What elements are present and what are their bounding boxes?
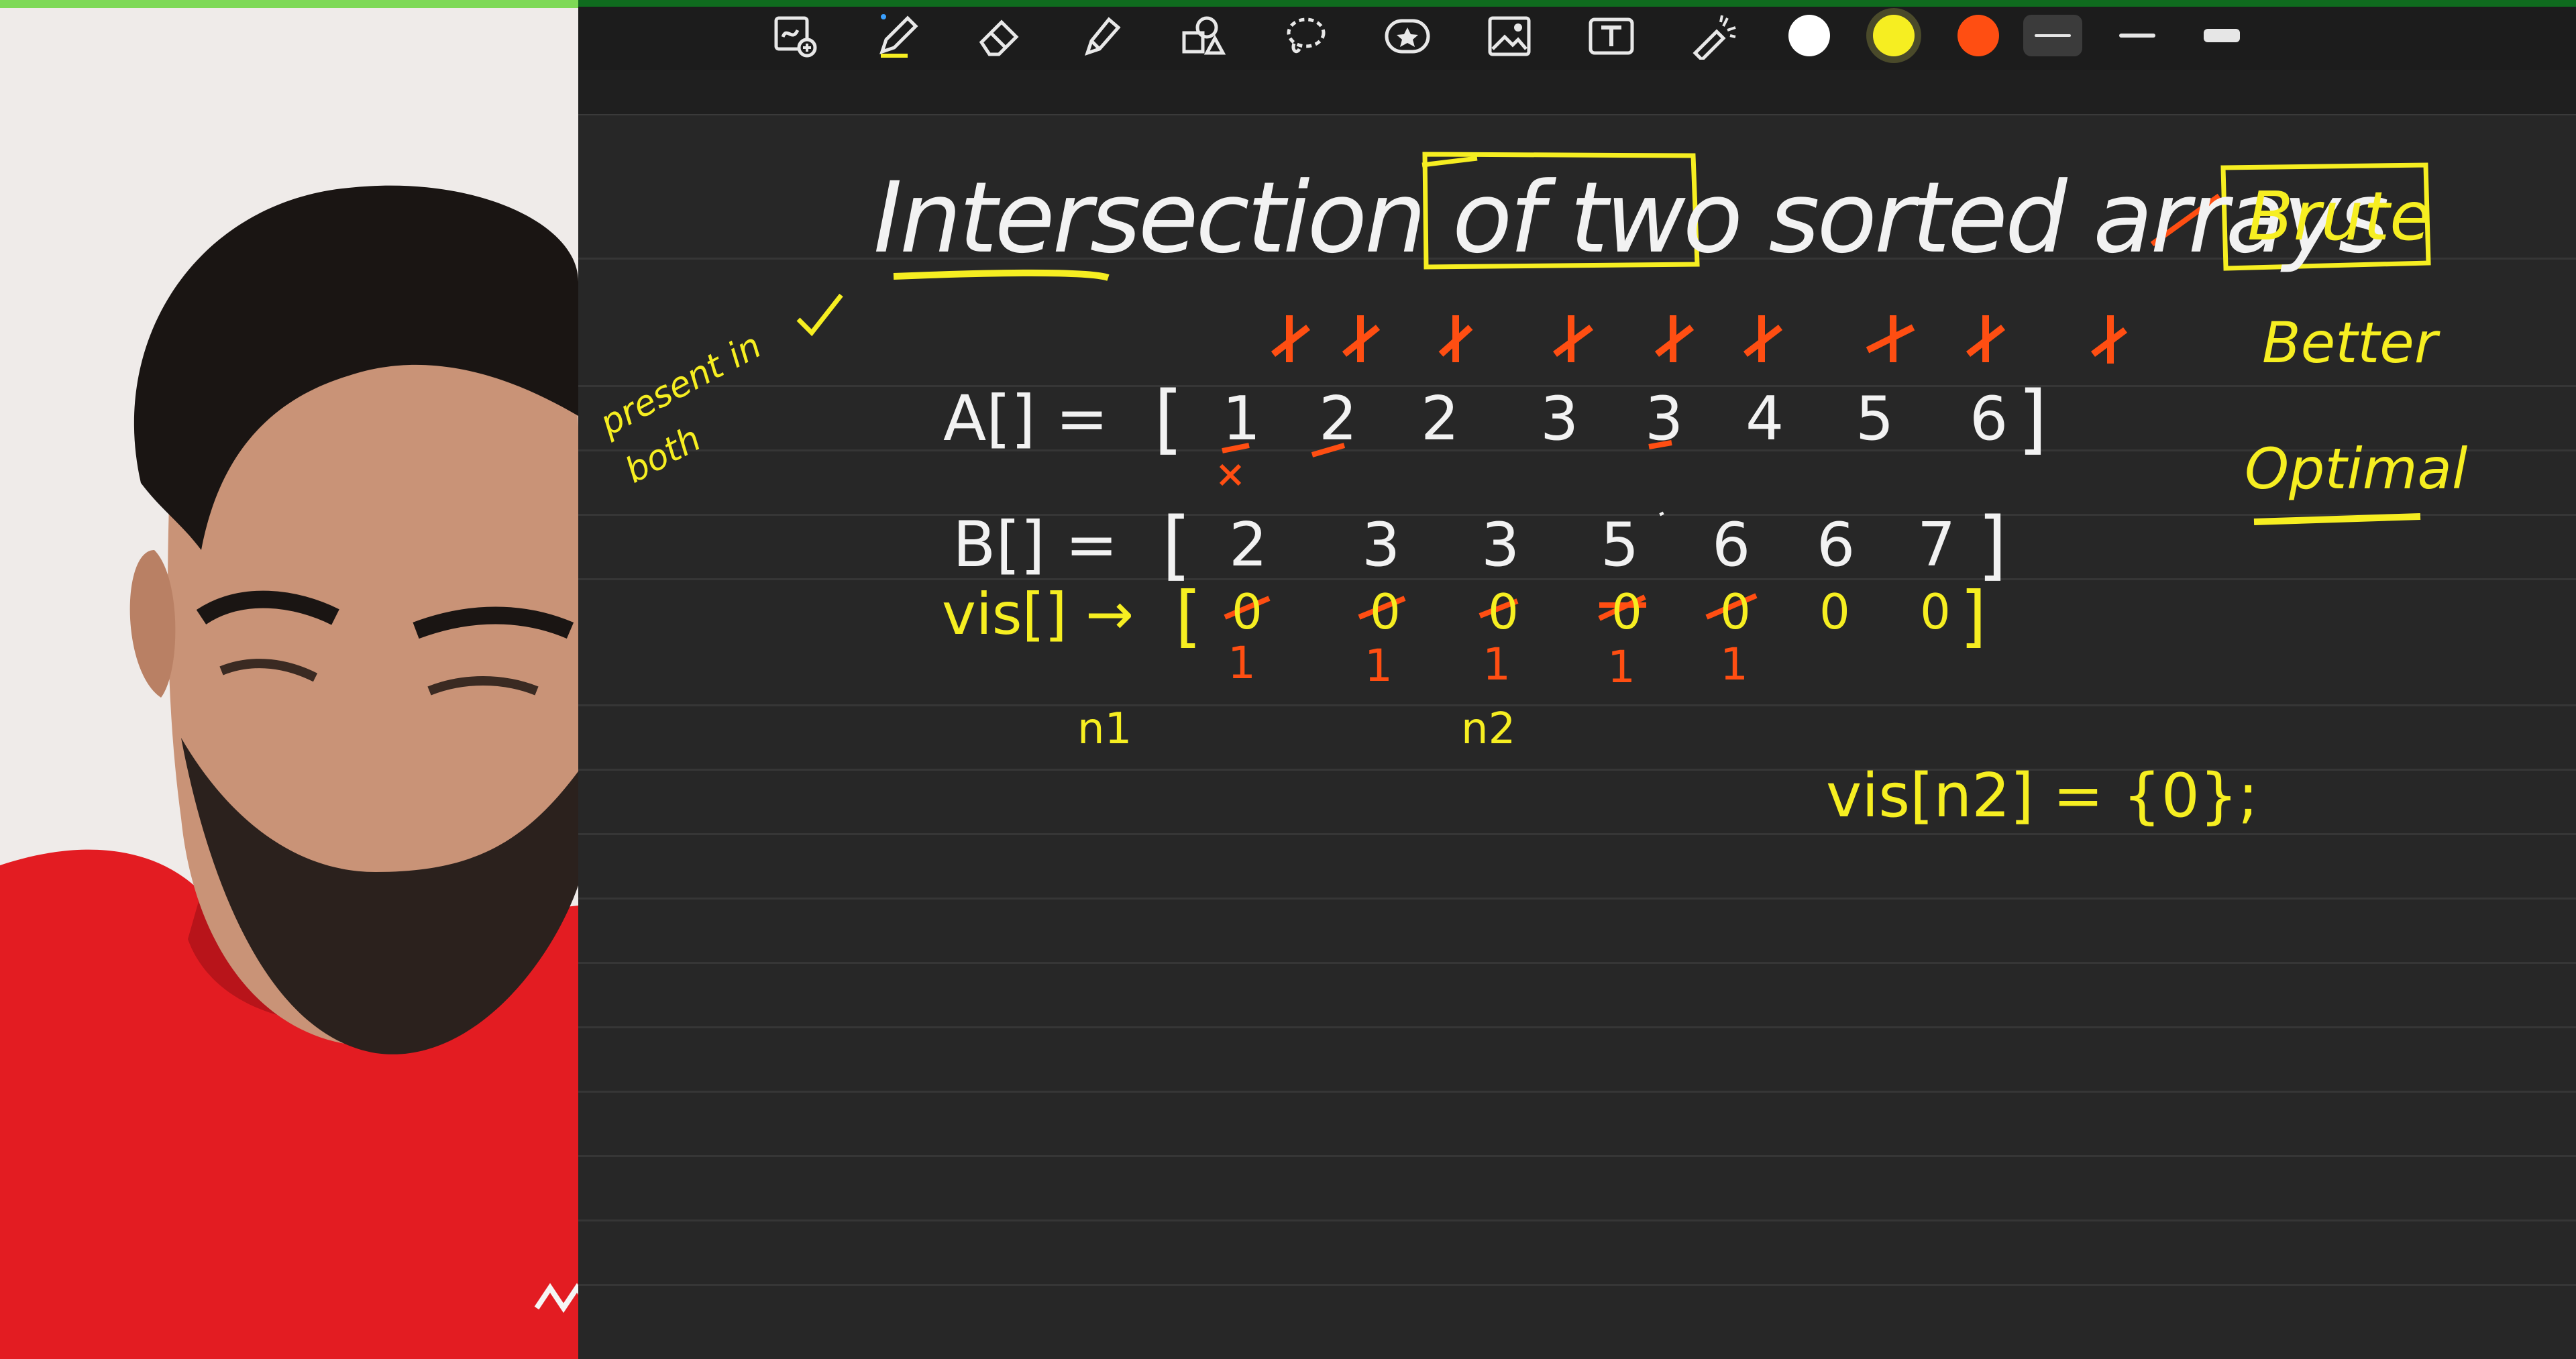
text-box-tool[interactable] xyxy=(1582,9,1641,63)
image-tool[interactable] xyxy=(1480,9,1539,63)
vis-item: 0 xyxy=(1720,584,1751,640)
color-yellow-swatch[interactable] xyxy=(1873,15,1915,56)
vis-marked-one: 1 xyxy=(1228,637,1256,689)
shapes-tool[interactable] xyxy=(1174,9,1233,63)
approach-better: Better xyxy=(2262,310,2438,376)
vis-open-bracket: [ xyxy=(1175,577,1202,655)
pen-tool[interactable] xyxy=(868,9,927,63)
stroke-medium-icon xyxy=(2119,34,2155,38)
presenter-image xyxy=(0,0,578,1359)
array-a-item: 3 xyxy=(1540,384,1579,454)
vis-label: vis[] → xyxy=(942,581,1134,648)
stroke-medium-button[interactable] xyxy=(2108,15,2167,56)
laser-pointer-tool[interactable] xyxy=(1684,9,1743,63)
image-icon xyxy=(1488,16,1531,56)
vis-marked-one: 1 xyxy=(1720,639,1748,690)
ink-decorations xyxy=(796,152,2431,621)
lasso-icon xyxy=(1287,17,1326,54)
array-b-close-bracket: ] xyxy=(1978,502,2007,589)
color-orange-swatch[interactable] xyxy=(1957,15,1999,56)
note-canvas[interactable]: Intersection of two sorted arrays Brute … xyxy=(578,114,2576,1359)
vis-item: 0 xyxy=(1819,584,1850,640)
array-a-label: A[] = xyxy=(943,382,1109,455)
array-b-item: 3 xyxy=(1362,510,1401,580)
notes-app: Intersection of two sorted arrays Brute … xyxy=(578,0,2576,1359)
array-b-item: 6 xyxy=(1712,510,1751,580)
array-a-item: 2 xyxy=(1421,384,1460,454)
array-b-open-bracket: [ xyxy=(1162,502,1191,589)
approach-brute: Brute xyxy=(2247,177,2431,256)
toolbar-top-accent xyxy=(578,0,2576,7)
stroke-thin-icon xyxy=(2035,34,2071,37)
array-a-item: 2 xyxy=(1319,384,1358,454)
highlighter-tool[interactable] xyxy=(1072,9,1131,63)
array-b-item: 5 xyxy=(1601,510,1640,580)
lasso-tool[interactable] xyxy=(1276,9,1335,63)
array-a-open-bracket: [ xyxy=(1154,376,1183,463)
vis-marked-one: 1 xyxy=(1607,641,1635,693)
array-b-item: 7 xyxy=(1917,510,1956,580)
color-white-swatch[interactable] xyxy=(1788,15,1830,56)
presenter-webcam-video xyxy=(0,0,578,1359)
stroke-thick-button[interactable] xyxy=(2192,15,2251,56)
text-box-icon xyxy=(1589,17,1634,55)
vis-item: 0 xyxy=(1920,584,1951,640)
array-a-item: 6 xyxy=(1970,384,2008,454)
approach-optimal: Optimal xyxy=(2245,436,2468,502)
sticker-icon xyxy=(1385,19,1430,54)
zoom-lasso-icon xyxy=(774,16,817,58)
vis-item: 0 xyxy=(1488,584,1519,640)
array-a-item: 1 xyxy=(1222,384,1261,454)
array-b-item: 2 xyxy=(1229,510,1268,580)
array-a-item: 3 xyxy=(1645,384,1684,454)
eraser-tool[interactable] xyxy=(970,9,1029,63)
vis-marked-one: 1 xyxy=(1483,639,1511,690)
vis-declaration: vis[n2] = {0}; xyxy=(1826,761,2259,831)
array-a-close-bracket: ] xyxy=(2018,376,2047,463)
array-b-label: B[] = xyxy=(953,508,1118,582)
size-n2-label: n2 xyxy=(1461,704,1516,754)
array-b-item: 3 xyxy=(1481,510,1520,580)
drawing-toolbar xyxy=(578,0,2576,70)
shapes-icon xyxy=(1182,16,1226,55)
laser-pointer-icon xyxy=(1693,15,1736,60)
size-n1-label: n1 xyxy=(1077,704,1132,754)
array-a-item: 5 xyxy=(1856,384,1894,454)
vis-item: 0 xyxy=(1370,584,1401,640)
stroke-thin-button[interactable] xyxy=(2023,15,2082,56)
vis-close-bracket: ] xyxy=(1960,577,1987,655)
vis-item: 0 xyxy=(1232,584,1263,640)
pen-icon xyxy=(879,14,918,58)
array-a-item: 4 xyxy=(1746,384,1784,454)
array-b-item: 6 xyxy=(1817,510,1856,580)
vis-marked-one: 1 xyxy=(1364,640,1393,692)
stroke-thick-icon xyxy=(2204,29,2240,42)
highlighter-icon xyxy=(1085,17,1121,56)
vis-item: 0 xyxy=(1611,584,1642,640)
zoom-lasso-tool[interactable] xyxy=(766,9,825,63)
sticker-tool[interactable] xyxy=(1378,9,1437,63)
note-title: Intersection of two sorted arrays xyxy=(873,161,2389,275)
eraser-icon xyxy=(979,19,1019,56)
page-header-strip xyxy=(578,70,2576,115)
